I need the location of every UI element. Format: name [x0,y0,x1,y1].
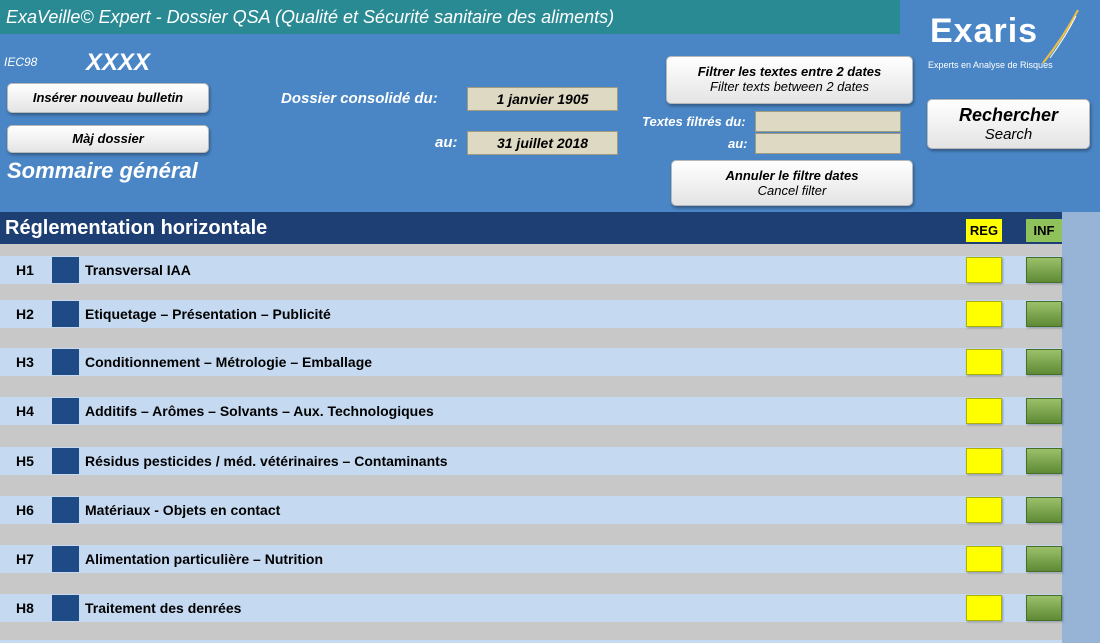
logo-swoosh-icon [1042,9,1079,64]
list-item[interactable]: H5 Résidus pesticides / méd. vétérinaires… [0,447,1062,475]
filtered-from-field[interactable] [755,111,901,132]
inf-button[interactable] [1026,398,1062,424]
reg-button[interactable] [966,257,1002,283]
update-dossier-button[interactable]: Màj dossier [7,125,209,153]
inf-button[interactable] [1026,595,1062,621]
row-code: H1 [16,262,34,278]
filter-texts-button[interactable]: Filtrer les textes entre 2 dates Filter … [666,56,913,104]
row-marker[interactable] [52,497,79,523]
row-label: Matériaux - Objets en contact [85,502,281,518]
insert-bulletin-label: Insérer nouveau bulletin [32,90,184,105]
reg-button[interactable] [966,398,1002,424]
cancel-filter-sublabel: Cancel filter [757,183,827,198]
right-panel [1062,212,1100,643]
consolidated-to-label: au: [435,134,458,151]
dossier-code: IEC98 [4,55,38,69]
row-label: Traitement des denrées [85,600,242,616]
list-item[interactable]: H7 Alimentation particulière – Nutrition [0,545,1062,573]
list-item[interactable]: H8 Traitement des denrées [0,594,1062,622]
reg-button[interactable] [966,448,1002,474]
row-code: H2 [16,306,34,322]
consolidated-label: Dossier consolidé du: [281,90,438,107]
inf-button[interactable] [1026,257,1062,283]
cancel-filter-button[interactable]: Annuler le filtre dates Cancel filter [671,160,913,206]
row-code: H3 [16,354,34,370]
inf-button[interactable] [1026,301,1062,327]
row-marker[interactable] [52,301,79,327]
list-item[interactable]: H1 Transversal IAA [0,256,1062,284]
inf-button[interactable] [1026,546,1062,572]
reg-button[interactable] [966,301,1002,327]
logo-tagline: Experts en Analyse de Risques [928,60,1053,70]
section-title: Réglementation horizontale [0,212,1062,244]
row-marker[interactable] [52,349,79,375]
inf-button[interactable] [1026,497,1062,523]
row-code: H7 [16,551,34,567]
row-marker[interactable] [52,398,79,424]
row-code: H6 [16,502,34,518]
logo-name: Exaris [930,12,1039,50]
inf-button[interactable] [1026,349,1062,375]
list-item[interactable]: H3 Conditionnement – Métrologie – Emballa… [0,348,1062,376]
list-item[interactable]: H6 Matériaux - Objets en contact [0,496,1062,524]
insert-bulletin-button[interactable]: Insérer nouveau bulletin [7,83,209,113]
reg-button[interactable] [966,595,1002,621]
window-title: ExaVeille© Expert - Dossier QSA (Qualité… [0,0,900,34]
user-name: XXXX [86,49,151,76]
list-item[interactable]: H4 Additifs – Arômes – Solvants – Aux. Te… [0,397,1062,425]
reg-button[interactable] [966,546,1002,572]
row-marker[interactable] [52,448,79,474]
row-marker[interactable] [52,546,79,572]
reg-column-header: REG [966,219,1002,242]
filtered-to-label: au: [728,136,748,151]
cancel-filter-label: Annuler le filtre dates [725,168,859,183]
row-marker[interactable] [52,257,79,283]
reg-button[interactable] [966,497,1002,523]
consolidated-to-field[interactable]: 31 juillet 2018 [467,131,618,155]
exaris-logo: Exaris Experts en Analyse de Risques [918,8,1083,78]
update-dossier-label: Màj dossier [72,131,144,146]
list-item[interactable]: H2 Etiquetage – Présentation – Publicité [0,300,1062,328]
search-button[interactable]: Rechercher Search [927,99,1090,149]
row-label: Conditionnement – Métrologie – Emballage [85,354,373,370]
reg-button[interactable] [966,349,1002,375]
filtered-to-field[interactable] [755,133,901,154]
row-marker[interactable] [52,595,79,621]
row-label: Alimentation particulière – Nutrition [85,551,324,567]
search-sublabel: Search [984,126,1033,143]
search-label: Rechercher [958,105,1059,125]
summary-title: Sommaire général [7,158,198,183]
filter-texts-label: Filtrer les textes entre 2 dates [697,64,882,79]
inf-button[interactable] [1026,448,1062,474]
row-code: H8 [16,600,34,616]
row-label: Transversal IAA [85,262,191,278]
inf-column-header: INF [1026,219,1062,242]
row-label: Additifs – Arômes – Solvants – Aux. Tech… [85,403,434,419]
row-code: H4 [16,403,34,419]
filter-texts-sublabel: Filter texts between 2 dates [710,79,869,94]
row-label: Résidus pesticides / méd. vétérinaires –… [85,453,448,469]
consolidated-from-field[interactable]: 1 janvier 1905 [467,87,618,111]
row-label: Etiquetage – Présentation – Publicité [85,306,331,322]
filtered-from-label: Textes filtrés du: [642,114,746,129]
row-code: H5 [16,453,34,469]
